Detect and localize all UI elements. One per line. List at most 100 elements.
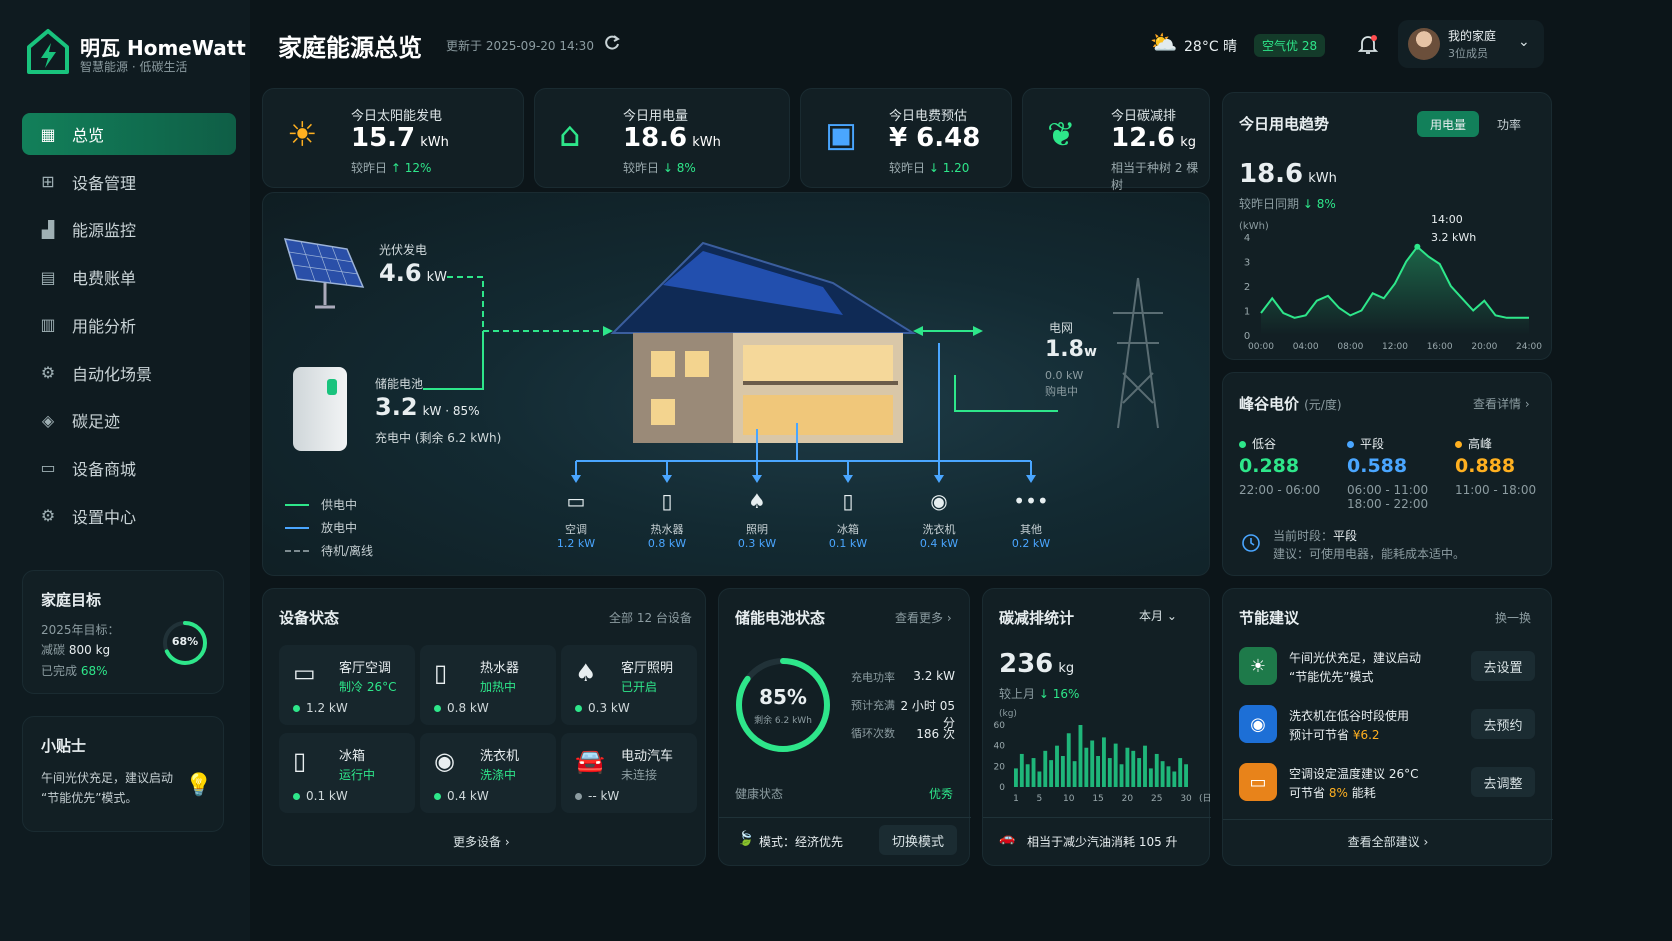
fridge-icon: ▯ bbox=[293, 747, 307, 775]
user-name: 我的家庭 bbox=[1448, 29, 1497, 43]
bell-icon[interactable] bbox=[1356, 32, 1380, 56]
device-state: 运行中 bbox=[339, 768, 376, 782]
device-card-0[interactable]: ▭ 客厅空调 制冷 26°C 1.2 kW bbox=[279, 645, 415, 725]
analytics-icon: ▥ bbox=[40, 315, 56, 335]
tariff-item-label: 低谷 bbox=[1239, 435, 1276, 452]
tariff-details-link[interactable]: 查看详情 › bbox=[1473, 395, 1530, 412]
sidebar-item-0[interactable]: ▦ 总览 bbox=[22, 113, 236, 155]
view-all-tips-link[interactable]: 查看全部建议 › bbox=[1223, 833, 1553, 850]
appliance-2[interactable]: ♠ 照明 0.3 kW bbox=[722, 489, 792, 550]
refresh-icon[interactable] bbox=[602, 33, 622, 53]
kpi-value: 12.6 bbox=[1111, 123, 1176, 153]
goal-reduce-value: 800 kg bbox=[68, 643, 111, 657]
period-select[interactable]: 本月 ⌄ bbox=[1139, 607, 1177, 624]
device-state: 制冷 26°C bbox=[339, 680, 397, 694]
tab-usage[interactable]: 用电量 bbox=[1417, 111, 1479, 137]
sidebar-item-label: 总览 bbox=[72, 126, 105, 145]
appliance-0[interactable]: ▭ 空调 1.2 kW bbox=[541, 489, 611, 550]
weather-text: 28°C 晴 bbox=[1184, 39, 1238, 55]
kpi-sub-label: 相当于种树 2 棵树 bbox=[1111, 161, 1199, 192]
sidebar-item-label: 用能分析 bbox=[72, 316, 137, 336]
ac-icon: ▭ bbox=[566, 489, 586, 513]
tariff-price: 0.588 bbox=[1347, 455, 1408, 477]
goal-line1: 2025年目标： bbox=[41, 623, 120, 637]
tariff-price: 0.288 bbox=[1239, 455, 1300, 477]
weather-icon: ⛅ bbox=[1150, 31, 1178, 56]
device-card-5[interactable]: 🚘 电动汽车 未连接 -- kW bbox=[561, 733, 697, 813]
device-name: 客厅照明 bbox=[621, 661, 674, 676]
carbon-bar bbox=[1078, 725, 1083, 787]
tip-card: 小贴士 午间光伏充足，建议启动 “节能优先”模式。 💡 bbox=[22, 716, 224, 832]
more-devices-link[interactable]: 更多设备 › bbox=[453, 833, 510, 850]
device-power: 0.3 kW bbox=[588, 701, 630, 715]
y-tick-label: 0 bbox=[999, 783, 1005, 793]
tip-action-button[interactable]: 去调整 bbox=[1471, 767, 1535, 797]
tab-power[interactable]: 功率 bbox=[1481, 111, 1537, 137]
sidebar-item-5[interactable]: ⚙ 自动化场景 bbox=[22, 352, 236, 394]
refresh-tips-button[interactable]: 换一换 bbox=[1495, 609, 1531, 626]
sidebar-item-3[interactable]: ▤ 电费账单 bbox=[22, 256, 236, 298]
tip-title: 小贴士 bbox=[41, 737, 87, 755]
kpi-label: 今日太阳能发电 bbox=[351, 109, 443, 124]
kpi-label: 今日碳减排 bbox=[1111, 109, 1177, 124]
goal-reduce-label: 减碳 bbox=[41, 643, 66, 657]
device-card-3[interactable]: ▯ 冰箱 运行中 0.1 kW bbox=[279, 733, 415, 813]
appliance-5[interactable]: ••• 其他 0.2 kW bbox=[996, 489, 1066, 550]
advice-label: 建议： bbox=[1273, 547, 1310, 561]
user-menu[interactable]: 我的家庭 3位成员 ⌄ bbox=[1398, 20, 1544, 68]
sidebar-item-8[interactable]: ⚙ 设置中心 bbox=[22, 495, 236, 537]
device-card-2[interactable]: ♠ 客厅照明 已开启 0.3 kW bbox=[561, 645, 697, 725]
trend-title: 今日用电趋势 bbox=[1239, 115, 1330, 133]
kpi-unit: kWh bbox=[420, 135, 449, 150]
x-axis-unit: (日) bbox=[1199, 793, 1211, 804]
health-value: 优秀 bbox=[929, 787, 954, 801]
carbon-bar bbox=[1113, 743, 1118, 787]
tip-action-button[interactable]: 去设置 bbox=[1471, 651, 1535, 681]
sidebar-item-7[interactable]: ▭ 设备商城 bbox=[22, 447, 236, 489]
sidebar-item-1[interactable]: ⊞ 设备管理 bbox=[22, 161, 236, 203]
sidebar-item-label: 设备管理 bbox=[72, 173, 137, 193]
x-tick-label: 16:00 bbox=[1427, 342, 1453, 352]
appliance-name: 空调 bbox=[565, 523, 587, 536]
carbon-sub-label: 较上月 bbox=[999, 687, 1036, 701]
current-period-value: 平段 bbox=[1333, 529, 1358, 543]
sidebar-item-2[interactable]: ▟ 能源监控 bbox=[22, 208, 236, 250]
sidebar-item-4[interactable]: ▥ 用能分析 bbox=[22, 304, 236, 346]
health-label: 健康状态 bbox=[735, 787, 784, 801]
lamp-icon: ♠ bbox=[575, 659, 597, 687]
device-card-1[interactable]: ▯ 热水器 加热中 0.8 kW bbox=[420, 645, 556, 725]
battery-more-link[interactable]: 查看更多 › bbox=[895, 609, 952, 626]
sidebar: 明瓦 HomeWatt 智慧能源 · 低碳生活 ▦ 总览 ⊞ 设备管理 ▟ 能源监控 ▤ 电费… bbox=[0, 0, 250, 941]
user-sub: 3位成员 bbox=[1448, 47, 1488, 60]
grid-icon: ▦ bbox=[40, 124, 56, 144]
kpi-sub-value: ↓ 8% bbox=[662, 161, 696, 175]
sidebar-item-label: 设置中心 bbox=[72, 507, 137, 527]
switch-mode-button[interactable]: 切换模式 bbox=[879, 825, 957, 855]
device-power: 0.4 kW bbox=[447, 789, 489, 803]
kpi-sub-label: 较昨日 bbox=[889, 161, 926, 175]
sidebar-item-6[interactable]: ◈ 碳足迹 bbox=[22, 399, 236, 441]
device-name: 洗衣机 bbox=[480, 749, 520, 764]
appliance-3[interactable]: ▯ 冰箱 0.1 kW bbox=[813, 489, 883, 550]
x-tick-label: 24:00 bbox=[1516, 342, 1542, 352]
water-heater-icon: ▯ bbox=[661, 489, 673, 513]
saving-title: 节能建议 bbox=[1239, 609, 1300, 627]
device-name: 热水器 bbox=[480, 661, 520, 676]
carbon-footer: 相当于减少汽油消耗 105 升 bbox=[1027, 835, 1178, 849]
appliance-power: 1.2 kW bbox=[556, 537, 596, 550]
device-card-4[interactable]: ◉ 洗衣机 洗涤中 0.4 kW bbox=[420, 733, 556, 813]
tariff-card: 峰谷电价 (元/度) 查看详情 › 低谷 0.288 22:00 - 06:00 平段… bbox=[1222, 372, 1552, 576]
tariff-dot bbox=[1239, 441, 1246, 448]
appliance-name: 冰箱 bbox=[837, 523, 859, 536]
tip-line-1: 午间光伏充足，建议启动 bbox=[1289, 651, 1422, 665]
device-status-dot bbox=[293, 793, 300, 800]
battery-mode: 模式：经济优先 bbox=[759, 835, 844, 849]
appliance-1[interactable]: ▯ 热水器 0.8 kW bbox=[632, 489, 702, 550]
carbon-bar bbox=[1160, 761, 1165, 787]
y-tick-label: 60 bbox=[994, 721, 1006, 731]
tariff-dot bbox=[1455, 441, 1462, 448]
air-quality-badge: 空气优 28 bbox=[1254, 34, 1326, 57]
tip-action-button[interactable]: 去预约 bbox=[1471, 709, 1535, 739]
device-status-dot bbox=[575, 705, 582, 712]
appliance-4[interactable]: ◉ 洗衣机 0.4 kW bbox=[904, 489, 974, 550]
